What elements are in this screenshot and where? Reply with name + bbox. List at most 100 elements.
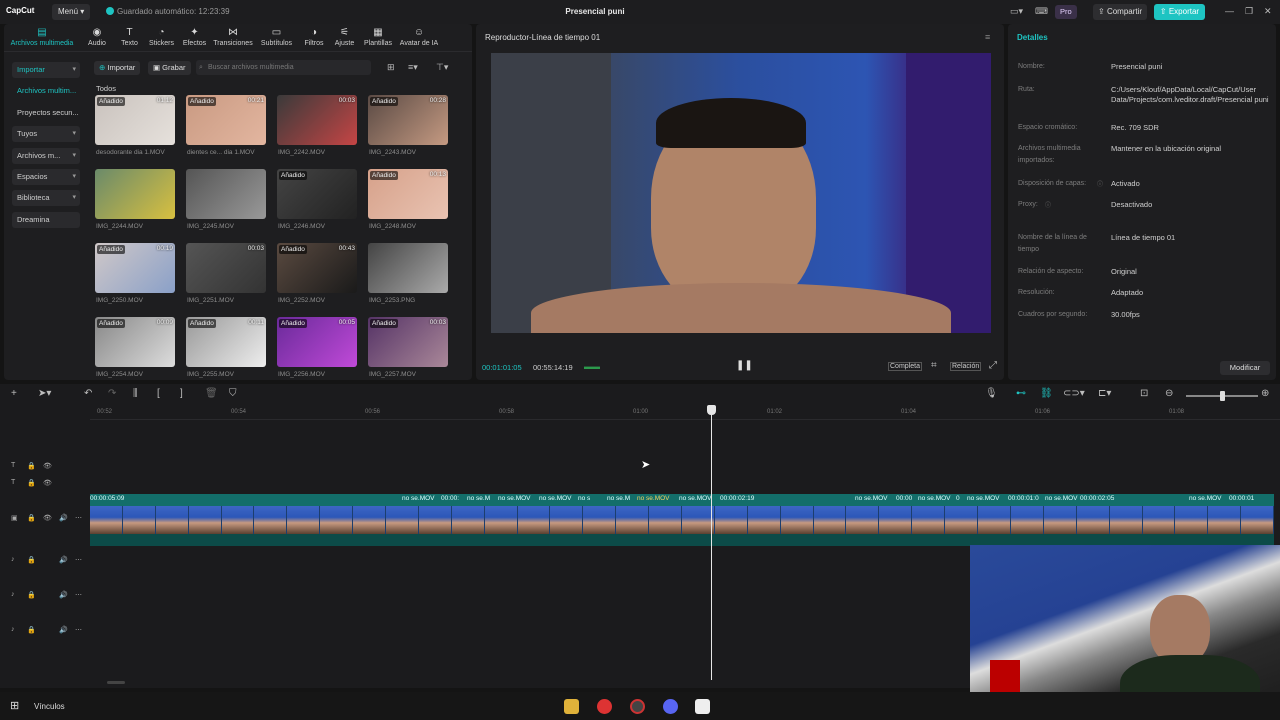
select-tool-icon[interactable]: ➤▾ bbox=[38, 388, 51, 399]
microphone-icon[interactable]: 🎙 bbox=[985, 388, 998, 399]
player-menu-icon[interactable]: ≡ bbox=[985, 32, 990, 42]
fullscreen-icon[interactable]: ⤢ bbox=[989, 360, 997, 371]
media-thumbnail[interactable]: Añadido 00:28 bbox=[368, 95, 448, 145]
link-icon[interactable]: ⛓ bbox=[1040, 388, 1053, 399]
tool-transitions[interactable]: ⋈ Transiciones bbox=[211, 27, 255, 47]
windows-start-icon[interactable]: ⊞ bbox=[10, 699, 19, 712]
media-thumbnail[interactable] bbox=[186, 169, 266, 219]
sidebar-item-3[interactable]: Tuyos ▾ bbox=[12, 126, 80, 142]
media-thumbnail[interactable]: Añadido 00:09 bbox=[95, 317, 175, 367]
time-ruler[interactable]: 00:52 00:54 00:56 00:58 01:00 01:02 01:04 01:06… bbox=[90, 406, 1280, 420]
discord-icon[interactable] bbox=[663, 699, 678, 714]
media-thumbnail[interactable] bbox=[368, 243, 448, 293]
sidebar-item-5[interactable]: Espacios ▾ bbox=[12, 169, 80, 185]
sidebar-item-4[interactable]: Archivos m... ▾ bbox=[12, 148, 80, 164]
speaker-icon[interactable]: 🔊 bbox=[59, 626, 68, 634]
zoom-in-icon[interactable]: ⊕ bbox=[1261, 388, 1269, 399]
speaker-icon[interactable]: 🔊 bbox=[59, 514, 68, 522]
sidebar-item-2[interactable]: Proyectos secun... bbox=[12, 105, 80, 121]
layout-icon[interactable]: ▭▾ bbox=[1010, 6, 1023, 17]
crop-icon[interactable]: ⌗ bbox=[931, 360, 937, 371]
split-left-icon[interactable]: [ bbox=[157, 388, 160, 399]
sort-icon[interactable]: ≡▾ bbox=[408, 62, 418, 73]
linkage-icon[interactable]: ⊂⊃▾ bbox=[1063, 388, 1085, 399]
recorder-icon[interactable] bbox=[630, 699, 645, 714]
capcut-taskbar-icon[interactable] bbox=[695, 699, 710, 714]
more-icon[interactable]: ⋯ bbox=[75, 626, 82, 634]
media-thumbnail[interactable]: Añadido 00:43 bbox=[277, 243, 357, 293]
minimize-icon[interactable]: — bbox=[1225, 6, 1234, 16]
sidebar-item-7[interactable]: Dreamina bbox=[12, 212, 80, 228]
media-thumbnail[interactable] bbox=[95, 169, 175, 219]
marker-icon[interactable]: ⛉ bbox=[229, 388, 237, 399]
share-button[interactable]: ⇪ Compartir bbox=[1093, 4, 1148, 20]
media-thumbnail[interactable]: Añadido 00:11 bbox=[186, 317, 266, 367]
menu-button[interactable]: Menú ▾ bbox=[52, 4, 91, 20]
chrome-icon[interactable] bbox=[597, 699, 612, 714]
speaker-icon[interactable]: 🔊 bbox=[59, 591, 68, 599]
sidebar-item-6[interactable]: Biblioteca ▾ bbox=[12, 190, 80, 206]
lock-icon[interactable]: 🔒 bbox=[27, 556, 36, 564]
media-thumbnail[interactable]: 00:03 bbox=[186, 243, 266, 293]
pro-button[interactable]: Pro bbox=[1055, 5, 1077, 19]
sidebar-item-1[interactable]: Archivos multim... bbox=[12, 83, 80, 99]
split-icon[interactable]: ⫼ bbox=[133, 388, 138, 399]
video-clip-strip[interactable]: 00:00:05:09 no se.MOV 00:00: no se.M no se.M… bbox=[90, 494, 1274, 546]
tool-effects[interactable]: ✦ Efectos bbox=[178, 27, 211, 47]
undo-icon[interactable]: ↶ bbox=[84, 388, 92, 399]
export-button[interactable]: ⇧ Exportar bbox=[1154, 4, 1205, 20]
lock-icon[interactable]: 🔒 bbox=[27, 462, 36, 470]
speaker-icon[interactable]: 🔊 bbox=[59, 556, 68, 564]
video-preview[interactable] bbox=[491, 53, 991, 333]
close-icon[interactable]: ✕ bbox=[1264, 6, 1272, 17]
zoom-out-icon[interactable]: ⊖ bbox=[1165, 388, 1173, 399]
tool-adjust[interactable]: ⚟ Ajuste bbox=[330, 27, 359, 47]
redo-icon[interactable]: ↷ bbox=[108, 388, 116, 399]
tool-sticker[interactable]: ◔ Stickers bbox=[145, 27, 178, 47]
full-quality-button[interactable]: Completa bbox=[888, 362, 922, 371]
tool-media[interactable]: ▤ Archivos multimedia bbox=[4, 27, 80, 47]
delete-icon[interactable]: 🗑 bbox=[205, 388, 218, 399]
eye-icon[interactable]: 👁 bbox=[43, 479, 52, 487]
grid-view-icon[interactable]: ⊞ bbox=[387, 62, 395, 73]
pause-button[interactable]: ❚❚ bbox=[736, 360, 753, 371]
filter-icon[interactable]: ⊤▾ bbox=[436, 62, 448, 73]
record-button[interactable]: ▣ Grabar bbox=[148, 61, 191, 75]
media-thumbnail[interactable]: 00:03 bbox=[277, 95, 357, 145]
media-thumbnail[interactable]: Añadido 01:12 bbox=[95, 95, 175, 145]
media-thumbnail[interactable]: Añadido 00:21 bbox=[186, 95, 266, 145]
media-thumbnail[interactable]: Añadido 00:03 bbox=[368, 317, 448, 367]
more-icon[interactable]: ⋯ bbox=[75, 591, 82, 599]
lock-icon[interactable]: 🔒 bbox=[27, 591, 36, 599]
playhead-handle[interactable] bbox=[707, 405, 716, 415]
tool-ai-avatar[interactable]: ☺ Avatar de IA bbox=[397, 27, 441, 47]
playhead-line[interactable] bbox=[711, 405, 712, 680]
modify-button[interactable]: Modificar bbox=[1220, 361, 1270, 375]
lock-icon[interactable]: 🔒 bbox=[27, 514, 36, 522]
media-thumbnail[interactable]: Añadido 00:13 bbox=[368, 169, 448, 219]
media-search-input[interactable]: ⌕ Buscar archivos multimedia bbox=[196, 60, 371, 75]
tool-text[interactable]: T Texto bbox=[114, 27, 145, 47]
media-thumbnail[interactable]: Añadido 00:05 bbox=[277, 317, 357, 367]
split-right-icon[interactable]: ] bbox=[180, 388, 183, 399]
restore-icon[interactable]: ❐ bbox=[1245, 6, 1253, 17]
timeline-scrollbar[interactable] bbox=[107, 681, 125, 684]
preview-axis-icon[interactable]: ⊏▾ bbox=[1098, 388, 1111, 399]
magnet-icon[interactable]: ⊷ bbox=[1016, 388, 1026, 399]
caption-icon[interactable]: ⊡ bbox=[1140, 388, 1148, 399]
tool-subtitles[interactable]: ▭ Subtítulos bbox=[255, 27, 298, 47]
tool-audio[interactable]: ◉ Audio bbox=[80, 27, 114, 47]
sidebar-item-0[interactable]: Importar ▾ bbox=[12, 62, 80, 78]
taskbar-search[interactable]: Vínculos bbox=[34, 702, 65, 711]
eye-icon[interactable]: 👁 bbox=[43, 514, 52, 522]
tool-templates[interactable]: ▦ Plantillas bbox=[359, 27, 397, 47]
eye-icon[interactable]: 👁 bbox=[43, 462, 52, 470]
aspect-ratio-button[interactable]: Relación bbox=[950, 362, 982, 371]
more-icon[interactable]: ⋯ bbox=[75, 514, 82, 522]
lock-icon[interactable]: 🔒 bbox=[27, 626, 36, 634]
media-thumbnail[interactable]: Añadido bbox=[277, 169, 357, 219]
add-track-icon[interactable]: + bbox=[11, 388, 17, 399]
more-icon[interactable]: ⋯ bbox=[75, 556, 82, 564]
media-thumbnail[interactable]: Añadido 00:19 bbox=[95, 243, 175, 293]
tool-filters[interactable]: ◑ Filtros bbox=[298, 27, 330, 47]
